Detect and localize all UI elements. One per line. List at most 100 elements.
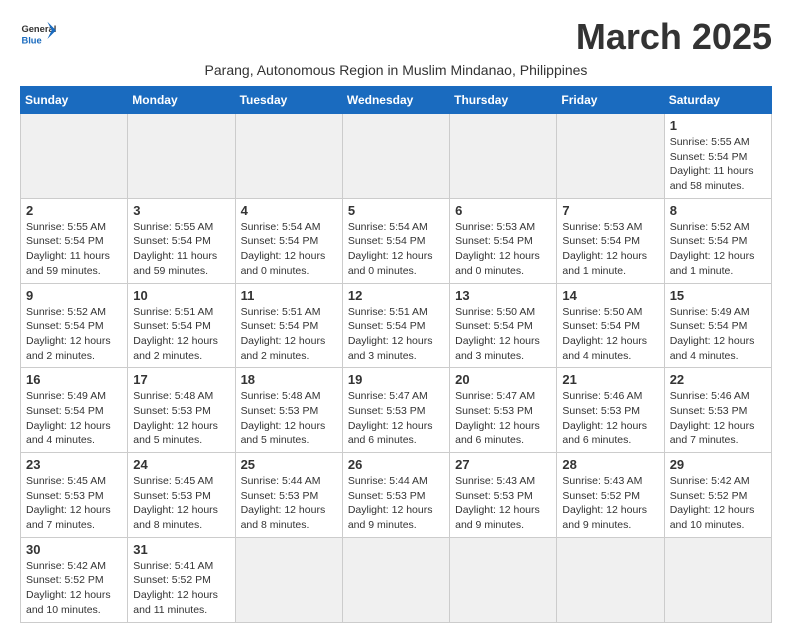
day-number: 22	[670, 372, 766, 387]
day-info: Sunrise: 5:49 AM Sunset: 5:54 PM Dayligh…	[670, 305, 766, 364]
calendar-cell: 19 Sunrise: 5:47 AM Sunset: 5:53 PM Dayli…	[342, 368, 449, 453]
day-info: Sunrise: 5:53 AM Sunset: 5:54 PM Dayligh…	[562, 220, 658, 279]
day-number: 6	[455, 203, 551, 218]
day-info: Sunrise: 5:43 AM Sunset: 5:53 PM Dayligh…	[455, 474, 551, 533]
day-number: 23	[26, 457, 122, 472]
calendar-cell: 25Sunrise: 5:44 AM Sunset: 5:53 PM Dayli…	[235, 453, 342, 538]
day-number: 27	[455, 457, 551, 472]
logo-icon: General Blue	[20, 16, 56, 52]
day-number: 16	[26, 372, 122, 387]
day-header-friday: Friday	[557, 87, 664, 114]
day-info: Sunrise: 5:55 AM Sunset: 5:54 PM Dayligh…	[26, 220, 122, 279]
day-number: 13	[455, 288, 551, 303]
calendar-cell	[557, 537, 664, 622]
calendar-cell: 31 Sunrise: 5:41 AM Sunset: 5:52 PM Dayli…	[128, 537, 235, 622]
day-number: 15	[670, 288, 766, 303]
day-number: 5	[348, 203, 444, 218]
day-info: Sunrise: 5:54 AM Sunset: 5:54 PM Dayligh…	[348, 220, 444, 279]
day-number: 17	[133, 372, 229, 387]
calendar-cell: 21Sunrise: 5:46 AM Sunset: 5:53 PM Dayli…	[557, 368, 664, 453]
calendar-table: SundayMondayTuesdayWednesdayThursdayFrid…	[20, 86, 772, 623]
calendar-cell: 17 Sunrise: 5:48 AM Sunset: 5:53 PM Dayli…	[128, 368, 235, 453]
day-header-thursday: Thursday	[450, 87, 557, 114]
calendar-cell: 2Sunrise: 5:55 AM Sunset: 5:54 PM Daylig…	[21, 198, 128, 283]
day-info: Sunrise: 5:46 AM Sunset: 5:53 PM Dayligh…	[670, 389, 766, 448]
day-info: Sunrise: 5:47 AM Sunset: 5:53 PM Dayligh…	[348, 389, 444, 448]
calendar-cell: 5 Sunrise: 5:54 AM Sunset: 5:54 PM Daylig…	[342, 198, 449, 283]
day-info: Sunrise: 5:52 AM Sunset: 5:54 PM Dayligh…	[670, 220, 766, 279]
day-number: 1	[670, 118, 766, 133]
calendar-cell: 9Sunrise: 5:52 AM Sunset: 5:54 PM Daylig…	[21, 283, 128, 368]
day-info: Sunrise: 5:48 AM Sunset: 5:53 PM Dayligh…	[133, 389, 229, 448]
day-number: 21	[562, 372, 658, 387]
calendar-cell: 29 Sunrise: 5:42 AM Sunset: 5:52 PM Dayli…	[664, 453, 771, 538]
calendar-cell: 26 Sunrise: 5:44 AM Sunset: 5:53 PM Dayli…	[342, 453, 449, 538]
day-header-sunday: Sunday	[21, 87, 128, 114]
day-info: Sunrise: 5:42 AM Sunset: 5:52 PM Dayligh…	[26, 559, 122, 618]
day-header-saturday: Saturday	[664, 87, 771, 114]
calendar-cell	[235, 114, 342, 199]
calendar-week-6: 30 Sunrise: 5:42 AM Sunset: 5:52 PM Dayli…	[21, 537, 772, 622]
logo: General Blue	[20, 16, 56, 52]
calendar-week-1: 1Sunrise: 5:55 AM Sunset: 5:54 PM Daylig…	[21, 114, 772, 199]
day-number: 30	[26, 542, 122, 557]
calendar-cell: 30 Sunrise: 5:42 AM Sunset: 5:52 PM Dayli…	[21, 537, 128, 622]
day-info: Sunrise: 5:49 AM Sunset: 5:54 PM Dayligh…	[26, 389, 122, 448]
calendar-cell: 1Sunrise: 5:55 AM Sunset: 5:54 PM Daylig…	[664, 114, 771, 199]
subtitle: Parang, Autonomous Region in Muslim Mind…	[20, 62, 772, 78]
day-number: 11	[241, 288, 337, 303]
day-info: Sunrise: 5:51 AM Sunset: 5:54 PM Dayligh…	[348, 305, 444, 364]
svg-text:Blue: Blue	[21, 35, 41, 45]
calendar-cell	[342, 537, 449, 622]
calendar-week-4: 16 Sunrise: 5:49 AM Sunset: 5:54 PM Dayli…	[21, 368, 772, 453]
calendar-cell: 6 Sunrise: 5:53 AM Sunset: 5:54 PM Daylig…	[450, 198, 557, 283]
header: General Blue March 2025	[20, 16, 772, 58]
day-number: 9	[26, 288, 122, 303]
calendar-cell	[664, 537, 771, 622]
calendar-cell: 27 Sunrise: 5:43 AM Sunset: 5:53 PM Dayli…	[450, 453, 557, 538]
day-number: 7	[562, 203, 658, 218]
day-header-monday: Monday	[128, 87, 235, 114]
calendar-cell: 20Sunrise: 5:47 AM Sunset: 5:53 PM Dayli…	[450, 368, 557, 453]
day-number: 14	[562, 288, 658, 303]
day-info: Sunrise: 5:55 AM Sunset: 5:54 PM Dayligh…	[133, 220, 229, 279]
calendar-cell	[128, 114, 235, 199]
day-info: Sunrise: 5:51 AM Sunset: 5:54 PM Dayligh…	[133, 305, 229, 364]
day-number: 26	[348, 457, 444, 472]
day-info: Sunrise: 5:44 AM Sunset: 5:53 PM Dayligh…	[348, 474, 444, 533]
day-info: Sunrise: 5:42 AM Sunset: 5:52 PM Dayligh…	[670, 474, 766, 533]
day-info: Sunrise: 5:50 AM Sunset: 5:54 PM Dayligh…	[562, 305, 658, 364]
day-number: 29	[670, 457, 766, 472]
calendar-week-5: 23Sunrise: 5:45 AM Sunset: 5:53 PM Dayli…	[21, 453, 772, 538]
day-info: Sunrise: 5:41 AM Sunset: 5:52 PM Dayligh…	[133, 559, 229, 618]
calendar-cell: 4Sunrise: 5:54 AM Sunset: 5:54 PM Daylig…	[235, 198, 342, 283]
day-number: 20	[455, 372, 551, 387]
day-info: Sunrise: 5:50 AM Sunset: 5:54 PM Dayligh…	[455, 305, 551, 364]
calendar-cell: 13 Sunrise: 5:50 AM Sunset: 5:54 PM Dayli…	[450, 283, 557, 368]
day-number: 25	[241, 457, 337, 472]
calendar-cell: 28 Sunrise: 5:43 AM Sunset: 5:52 PM Dayli…	[557, 453, 664, 538]
calendar-cell: 23Sunrise: 5:45 AM Sunset: 5:53 PM Dayli…	[21, 453, 128, 538]
calendar-week-2: 2Sunrise: 5:55 AM Sunset: 5:54 PM Daylig…	[21, 198, 772, 283]
calendar-cell	[235, 537, 342, 622]
calendar-cell	[21, 114, 128, 199]
calendar-cell	[450, 537, 557, 622]
calendar-cell: 18Sunrise: 5:48 AM Sunset: 5:53 PM Dayli…	[235, 368, 342, 453]
day-info: Sunrise: 5:43 AM Sunset: 5:52 PM Dayligh…	[562, 474, 658, 533]
calendar-cell: 12 Sunrise: 5:51 AM Sunset: 5:54 PM Dayli…	[342, 283, 449, 368]
day-number: 12	[348, 288, 444, 303]
calendar-cell: 11 Sunrise: 5:51 AM Sunset: 5:54 PM Dayli…	[235, 283, 342, 368]
day-number: 28	[562, 457, 658, 472]
calendar-cell: 24Sunrise: 5:45 AM Sunset: 5:53 PM Dayli…	[128, 453, 235, 538]
month-title: March 2025	[576, 16, 772, 58]
day-info: Sunrise: 5:53 AM Sunset: 5:54 PM Dayligh…	[455, 220, 551, 279]
calendar-cell	[450, 114, 557, 199]
day-info: Sunrise: 5:54 AM Sunset: 5:54 PM Dayligh…	[241, 220, 337, 279]
calendar-cell: 14 Sunrise: 5:50 AM Sunset: 5:54 PM Dayli…	[557, 283, 664, 368]
day-number: 8	[670, 203, 766, 218]
day-info: Sunrise: 5:51 AM Sunset: 5:54 PM Dayligh…	[241, 305, 337, 364]
calendar-cell: 15 Sunrise: 5:49 AM Sunset: 5:54 PM Dayli…	[664, 283, 771, 368]
day-number: 31	[133, 542, 229, 557]
day-number: 24	[133, 457, 229, 472]
day-number: 19	[348, 372, 444, 387]
